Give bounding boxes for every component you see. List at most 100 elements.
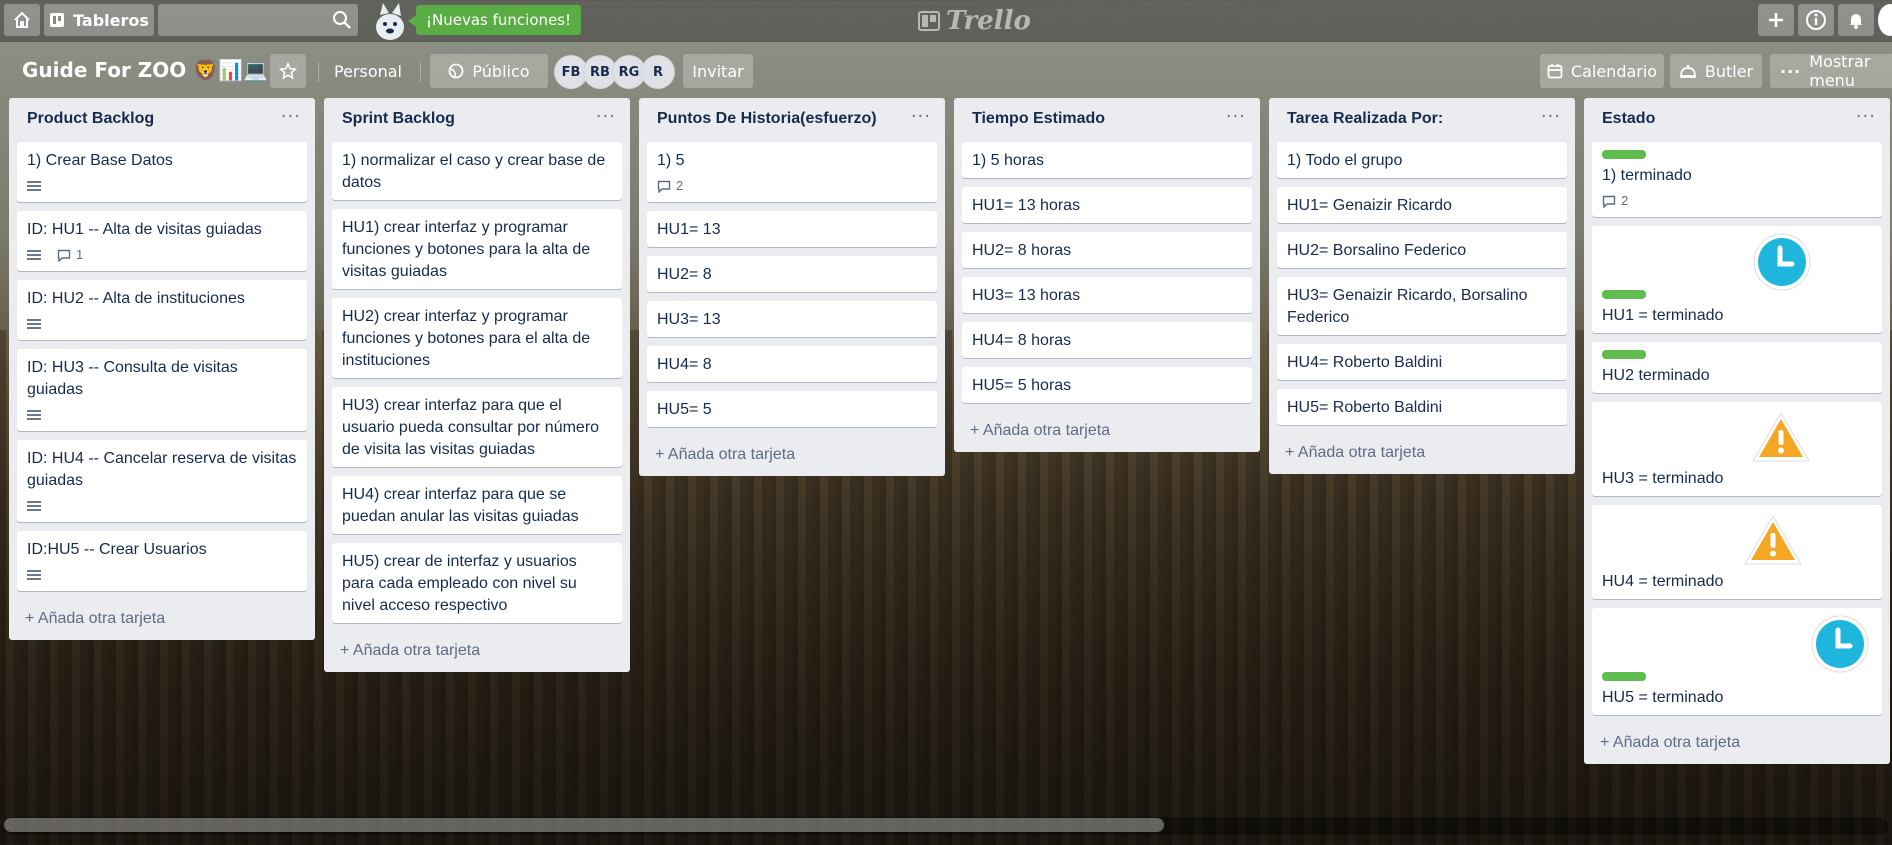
card[interactable]: 1) Todo el grupo bbox=[1277, 142, 1567, 178]
plus-icon: + bbox=[655, 446, 668, 463]
card[interactable]: ID: HU4 -- Cancelar reserva de visitas g… bbox=[17, 440, 307, 522]
list-menu-icon[interactable]: ··· bbox=[911, 106, 931, 127]
card-title: HU2= Borsalino Federico bbox=[1287, 242, 1467, 259]
list-title[interactable]: Puntos De Historia(esfuerzo) bbox=[657, 110, 877, 128]
card[interactable]: HU1= Genaizir Ricardo bbox=[1277, 187, 1567, 223]
show-menu-button[interactable]: ··· Mostrar menu bbox=[1770, 52, 1892, 90]
add-card-button[interactable]: + Añada otra tarjeta bbox=[17, 600, 307, 640]
card[interactable]: HU5 = terminado bbox=[1592, 608, 1882, 715]
list-title[interactable]: Estado bbox=[1602, 110, 1655, 128]
green-label[interactable] bbox=[1602, 150, 1646, 159]
card[interactable]: HU1= 13 horas bbox=[962, 187, 1252, 223]
card[interactable]: 1) 5 2 bbox=[647, 142, 937, 202]
card[interactable]: HU5= 5 horas bbox=[962, 367, 1252, 403]
card[interactable]: ID: HU1 -- Alta de visitas guiadas 1 bbox=[17, 211, 307, 271]
card[interactable]: HU2) crear interfaz y programar funcione… bbox=[332, 298, 622, 378]
list-menu-icon[interactable]: ··· bbox=[1856, 106, 1876, 127]
visibility-button[interactable]: Público bbox=[430, 54, 548, 88]
user-avatar[interactable] bbox=[1878, 4, 1892, 36]
list-menu-icon[interactable]: ··· bbox=[596, 106, 616, 127]
card[interactable]: HU5= Roberto Baldini bbox=[1277, 389, 1567, 425]
green-label[interactable] bbox=[1602, 350, 1646, 359]
card[interactable]: HU3= 13 horas bbox=[962, 277, 1252, 313]
search-icon bbox=[333, 11, 351, 29]
add-card-button[interactable]: + Añada otra tarjeta bbox=[1277, 434, 1567, 474]
green-label[interactable] bbox=[1602, 290, 1646, 299]
card-title: HU3= 13 bbox=[657, 311, 721, 328]
add-card-button[interactable]: + Añada otra tarjeta bbox=[1592, 724, 1882, 764]
card-title: 1) terminado bbox=[1602, 167, 1692, 184]
card[interactable]: HU4= 8 bbox=[647, 346, 937, 382]
divider bbox=[318, 62, 319, 82]
comment-count: 1 bbox=[76, 247, 84, 262]
comment-icon bbox=[57, 249, 71, 262]
home-button[interactable] bbox=[4, 4, 40, 36]
card-title: ID: HU1 -- Alta de visitas guiadas bbox=[27, 221, 262, 238]
add-card-label: Añada otra tarjeta bbox=[982, 422, 1111, 439]
add-card-button[interactable]: + Añada otra tarjeta bbox=[332, 632, 622, 672]
list-menu-icon[interactable]: ··· bbox=[1226, 106, 1246, 127]
card-title: HU3= 13 horas bbox=[972, 287, 1081, 304]
team-button[interactable]: Personal bbox=[328, 54, 408, 88]
card[interactable]: HU3 = terminado bbox=[1592, 402, 1882, 496]
card[interactable]: 1) normalizar el caso y crear base de da… bbox=[332, 142, 622, 200]
invite-button[interactable]: Invitar bbox=[683, 54, 753, 88]
trello-logo: Trello bbox=[918, 6, 1031, 36]
star-icon bbox=[279, 62, 297, 80]
card[interactable]: HU3= Genaizir Ricardo, Borsalino Federic… bbox=[1277, 277, 1567, 335]
info-button[interactable] bbox=[1798, 4, 1834, 36]
card[interactable]: 1) 5 horas bbox=[962, 142, 1252, 178]
card[interactable]: ID:HU5 -- Crear Usuarios bbox=[17, 531, 307, 591]
card[interactable]: ID: HU3 -- Consulta de visitas guiadas bbox=[17, 349, 307, 431]
card[interactable]: HU1 = terminado bbox=[1592, 226, 1882, 333]
list-title[interactable]: Sprint Backlog bbox=[342, 110, 455, 128]
card[interactable]: HU3) crear interfaz para que el usuario … bbox=[332, 387, 622, 467]
info-icon bbox=[1806, 10, 1826, 30]
add-card-button[interactable]: + Añada otra tarjeta bbox=[647, 436, 937, 476]
card[interactable]: HU1) crear interfaz y programar funcione… bbox=[332, 209, 622, 289]
star-button[interactable] bbox=[270, 54, 306, 88]
plus-icon bbox=[1769, 13, 1783, 27]
card[interactable]: HU2= Borsalino Federico bbox=[1277, 232, 1567, 268]
search-input[interactable] bbox=[158, 4, 358, 36]
card[interactable]: HU4) crear interfaz para que se puedan a… bbox=[332, 476, 622, 534]
card[interactable]: 1) Crear Base Datos bbox=[17, 142, 307, 202]
card[interactable]: HU5) crear de interfaz y usuarios para c… bbox=[332, 543, 622, 623]
card[interactable]: HU2= 8 bbox=[647, 256, 937, 292]
add-card-button[interactable]: + Añada otra tarjeta bbox=[962, 412, 1252, 452]
card[interactable]: HU2= 8 horas bbox=[962, 232, 1252, 268]
notifications-button[interactable] bbox=[1838, 4, 1874, 36]
plus-icon: + bbox=[1285, 444, 1298, 461]
list-story-points: Puntos De Historia(esfuerzo) ··· 1) 5 2 HU… bbox=[639, 98, 945, 476]
card-title: HU5= 5 bbox=[657, 401, 712, 418]
card-title: HU1 = terminado bbox=[1602, 307, 1724, 324]
description-icon bbox=[27, 570, 41, 580]
card[interactable]: HU1= 13 bbox=[647, 211, 937, 247]
butler-button[interactable]: Butler bbox=[1670, 54, 1762, 88]
card[interactable]: HU4 = terminado bbox=[1592, 505, 1882, 599]
card[interactable]: HU5= 5 bbox=[647, 391, 937, 427]
member-avatar[interactable]: R bbox=[641, 55, 675, 89]
calendar-label: Calendario bbox=[1570, 61, 1658, 81]
boards-button[interactable]: Tableros bbox=[44, 4, 154, 36]
scrollbar-thumb[interactable] bbox=[4, 818, 1164, 832]
list-menu-icon[interactable]: ··· bbox=[1541, 106, 1561, 127]
card[interactable]: HU4= 8 horas bbox=[962, 322, 1252, 358]
globe-icon bbox=[449, 63, 464, 79]
create-button[interactable] bbox=[1758, 4, 1794, 36]
list-title[interactable]: Tarea Realizada Por: bbox=[1287, 110, 1443, 128]
comment-count: 2 bbox=[1621, 193, 1629, 208]
calendar-button[interactable]: Calendario bbox=[1540, 54, 1664, 88]
card[interactable]: HU3= 13 bbox=[647, 301, 937, 337]
card[interactable]: ID: HU2 -- Alta de instituciones bbox=[17, 280, 307, 340]
board-title[interactable]: Guide For ZOO 🦁📊💻 bbox=[22, 58, 268, 82]
list-title[interactable]: Product Backlog bbox=[27, 110, 154, 128]
list-title[interactable]: Tiempo Estimado bbox=[972, 110, 1105, 128]
green-label[interactable] bbox=[1602, 672, 1646, 681]
card[interactable]: HU2 terminado bbox=[1592, 342, 1882, 393]
new-features-button[interactable]: ¡Nuevas funciones! bbox=[407, 5, 582, 35]
card[interactable]: 1) terminado 2 bbox=[1592, 142, 1882, 217]
list-menu-icon[interactable]: ··· bbox=[281, 106, 301, 127]
card[interactable]: HU4= Roberto Baldini bbox=[1277, 344, 1567, 380]
card-title: HU1= Genaizir Ricardo bbox=[1287, 197, 1452, 214]
